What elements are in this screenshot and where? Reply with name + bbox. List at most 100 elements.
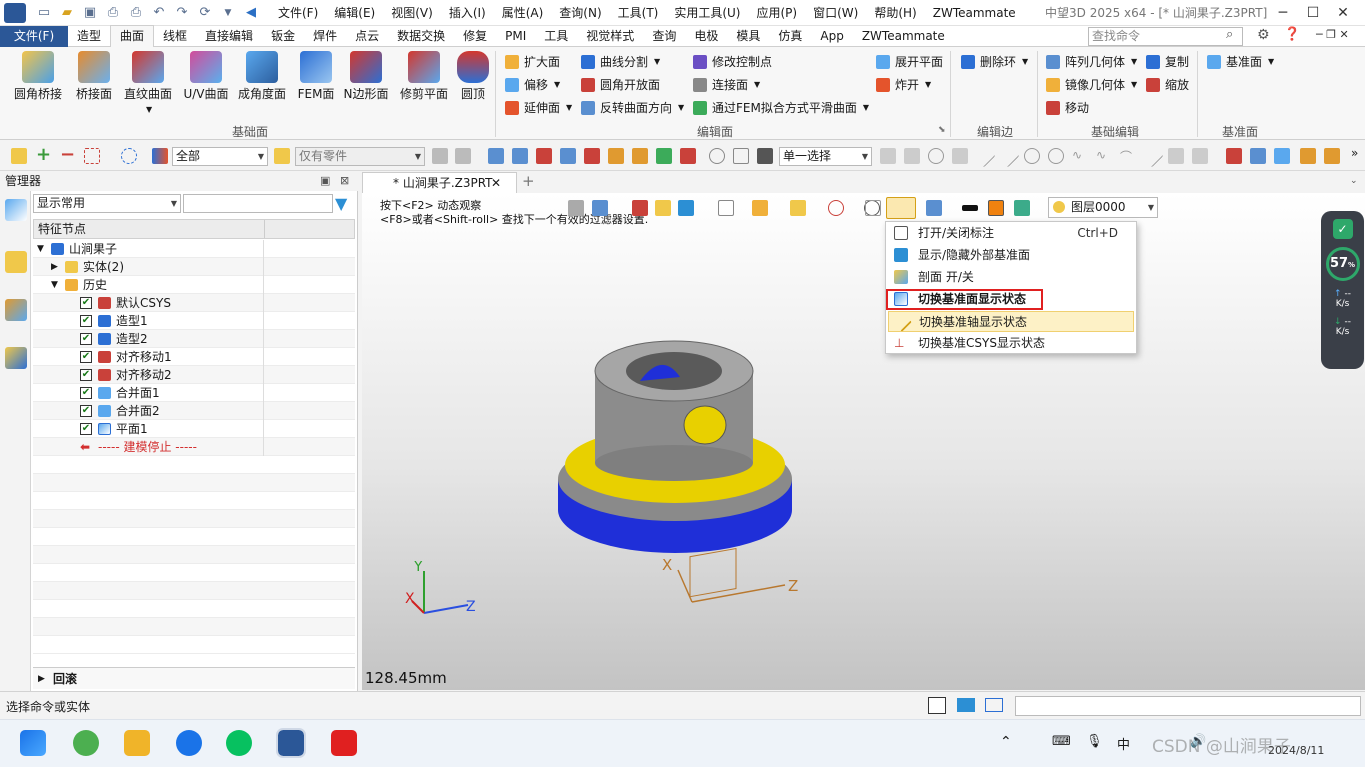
tab-zwteammate[interactable]: ZWTeammate — [853, 26, 954, 47]
move-button[interactable]: 移动 — [1046, 98, 1089, 118]
new-file-icon[interactable]: ▭ — [34, 3, 54, 23]
add-icon[interactable]: + — [36, 146, 52, 164]
view-tool-icon[interactable] — [568, 200, 584, 216]
restore-window-icon[interactable]: ─ ❐ ✕ — [1316, 28, 1349, 41]
microphone-icon[interactable]: 🎙 — [1086, 734, 1103, 749]
snap-icon[interactable] — [632, 148, 648, 164]
visibility-checkbox[interactable]: ✔ — [80, 351, 92, 363]
status-list-icon[interactable] — [985, 698, 1003, 712]
tree-row-history[interactable]: ▼ 历史 — [33, 276, 355, 294]
stop-icon[interactable] — [757, 148, 773, 164]
line-filter-icon[interactable] — [996, 144, 1020, 168]
pattern-geometry-button[interactable]: 阵列几何体 ▼ — [1046, 52, 1137, 72]
wps-icon[interactable] — [331, 730, 357, 756]
3d-viewport[interactable]: 按下<F2> 动态观察 <F8>或者<Shift-roll> 查找下一个有效的过… — [362, 193, 1365, 690]
datum-display-toggle-button[interactable] — [886, 197, 916, 219]
filter-option-icon[interactable] — [432, 148, 448, 164]
browser-icon[interactable] — [73, 730, 99, 756]
tree-row-feature[interactable]: ✔ 对齐移动2 — [33, 366, 355, 384]
menu-inquire[interactable]: 查询(N) — [551, 0, 609, 26]
back-icon[interactable]: ◀ — [241, 3, 261, 23]
offset-button[interactable]: 偏移 ▼ — [505, 75, 560, 95]
tool-icon[interactable] — [1274, 148, 1290, 164]
snap-icon[interactable] — [512, 148, 528, 164]
unfold-plane-button[interactable]: 展开平面 — [876, 52, 943, 72]
snap-icon[interactable] — [536, 148, 552, 164]
menu-item-section-toggle[interactable]: 剖面 开/关 — [888, 267, 1134, 288]
settings-gear-icon[interactable]: ⚙ — [1257, 27, 1270, 43]
arc-filter-icon[interactable]: ⌒ — [1120, 148, 1136, 164]
layer-select[interactable]: 图层0000 ▼ — [1048, 197, 1158, 218]
tab-mold[interactable]: 模具 — [727, 26, 769, 47]
menu-edit[interactable]: 编辑(E) — [326, 0, 383, 26]
menu-item-toggle-datum-plane[interactable]: 切换基准面显示状态 — [886, 289, 1043, 310]
select-mode-select[interactable]: 单一选择 ▼ — [779, 147, 872, 166]
menu-attribute[interactable]: 属性(A) — [494, 0, 552, 26]
windows-start-icon[interactable] — [20, 730, 46, 756]
dome-button[interactable]: 圆顶 — [443, 51, 503, 102]
filter-option-icon[interactable] — [455, 148, 471, 164]
tree-filter-input[interactable] — [183, 194, 333, 213]
tree-row-feature[interactable]: ✔ 对齐移动1 — [33, 348, 355, 366]
explode-button[interactable]: 炸开 ▼ — [876, 75, 931, 95]
save-icon[interactable]: ▣ — [80, 3, 100, 23]
print-preview-icon[interactable]: ⎙ — [126, 3, 146, 23]
face-filter-icon[interactable] — [1192, 148, 1208, 164]
color-swatch-icon[interactable] — [988, 200, 1004, 216]
tree-row-feature[interactable]: ✔ 默认CSYS — [33, 294, 355, 312]
tab-pointcloud[interactable]: 点云 — [346, 26, 388, 47]
tab-data-exchange[interactable]: 数据交换 — [388, 26, 454, 47]
filter-icon[interactable] — [152, 148, 168, 164]
copy-button[interactable]: 复制 — [1146, 52, 1189, 72]
view-tool-icon[interactable] — [926, 200, 942, 216]
tool-icon[interactable] — [1300, 148, 1316, 164]
redo-icon[interactable]: ↷ — [172, 3, 192, 23]
delete-loop-button[interactable]: 删除环 ▼ — [961, 52, 1028, 72]
maximize-button[interactable]: ☐ — [1298, 0, 1328, 26]
tab-weldment[interactable]: 焊件 — [304, 26, 346, 47]
view-tool-icon[interactable] — [828, 200, 844, 216]
pin-icon[interactable]: ▣ — [320, 171, 330, 191]
search-icon[interactable]: ⌕ — [1226, 27, 1233, 42]
view-tool-icon[interactable] — [632, 200, 648, 216]
fillet-bridge-button[interactable]: 圆角桥接 — [8, 51, 68, 102]
menu-item-toggle-datum-axis[interactable]: 切换基准轴显示状态 — [888, 311, 1134, 332]
tree-row-feature[interactable]: ✔ 平面1 — [33, 420, 355, 438]
tree-row-feature[interactable]: ✔ 造型1 — [33, 312, 355, 330]
zw3d-taskbar-icon[interactable] — [276, 728, 306, 758]
tree-row-root[interactable]: ▼ 山涧果子 — [33, 240, 355, 258]
visibility-checkbox[interactable]: ✔ — [80, 297, 92, 309]
tab-tools[interactable]: 工具 — [535, 26, 577, 47]
tab-modeling[interactable]: 造型 — [68, 26, 110, 47]
view-tool-icon[interactable] — [655, 200, 671, 216]
snap-icon[interactable] — [608, 148, 624, 164]
menu-item-toggle-datum-csys[interactable]: ⊥ 切换基准CSYS显示状态 — [888, 333, 1134, 354]
tab-surface[interactable]: 曲面 — [110, 25, 155, 47]
tab-file[interactable]: 文件(F) — [0, 25, 68, 47]
filter-select[interactable]: 全部 ▼ — [172, 147, 268, 166]
visibility-checkbox[interactable]: ✔ — [80, 315, 92, 327]
pick-icon[interactable] — [733, 148, 749, 164]
more-dropdown-icon[interactable]: ▼ — [218, 3, 238, 23]
line-filter-icon[interactable] — [1140, 144, 1164, 168]
bridge-surface-button[interactable]: 桥接面 — [64, 51, 124, 102]
tab-simulation[interactable]: 仿真 — [769, 26, 811, 47]
menu-insert[interactable]: 插入(I) — [441, 0, 494, 26]
visibility-checkbox[interactable]: ✔ — [80, 423, 92, 435]
history-manager-icon[interactable] — [5, 199, 27, 221]
pick-icon[interactable] — [709, 148, 725, 164]
regen-icon[interactable]: ⟳ — [195, 3, 215, 23]
tool-icon[interactable] — [1250, 148, 1266, 164]
tab-app[interactable]: App — [811, 26, 852, 47]
menu-file[interactable]: 文件(F) — [270, 0, 326, 26]
tab-list-icon[interactable]: ⌄ — [1350, 176, 1358, 186]
keyboard-icon[interactable]: ⌨ — [1052, 734, 1071, 749]
tab-direct-edit[interactable]: 直接编辑 — [196, 26, 262, 47]
select-pointer-icon[interactable] — [11, 148, 27, 164]
tree-row-solids[interactable]: ▶ 实体(2) — [33, 258, 355, 276]
tab-repair[interactable]: 修复 — [454, 26, 496, 47]
command-search-input[interactable]: 查找命令 — [1088, 27, 1243, 46]
visibility-checkbox[interactable]: ✔ — [80, 387, 92, 399]
circle-filter-icon[interactable] — [1024, 148, 1040, 164]
reverse-surface-button[interactable]: 反转曲面方向 ▼ — [581, 98, 684, 118]
